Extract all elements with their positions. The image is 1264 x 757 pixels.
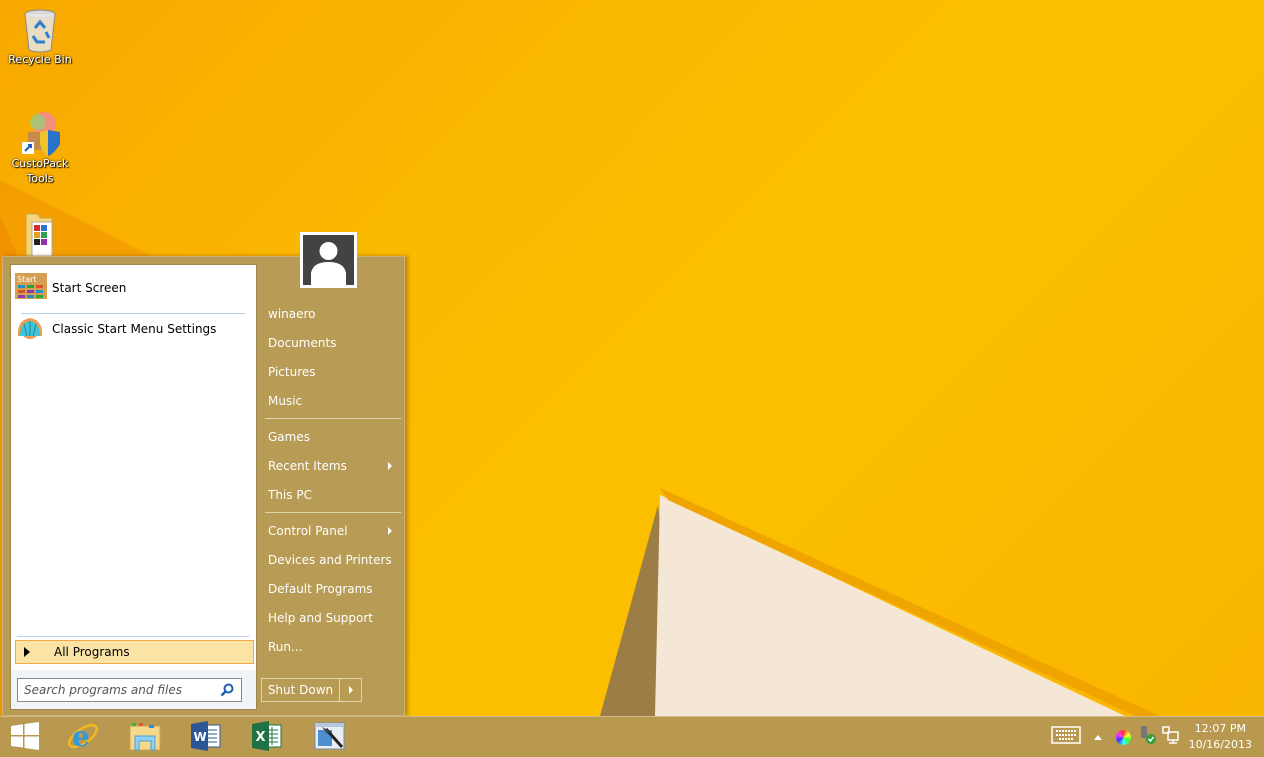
classic-shell-icon bbox=[15, 314, 47, 344]
menu-item-label: Default Programs bbox=[268, 582, 373, 596]
search-area bbox=[11, 670, 256, 709]
desktop-icon-folder[interactable] bbox=[4, 210, 76, 257]
taskbar-excel[interactable]: X bbox=[242, 720, 292, 756]
start-screen-icon: Start bbox=[15, 273, 47, 303]
all-programs-label: All Programs bbox=[54, 645, 130, 659]
expand-arrow-icon bbox=[24, 647, 30, 657]
chevron-right-icon bbox=[348, 686, 353, 694]
search-box[interactable] bbox=[17, 678, 242, 702]
touch-keyboard-icon bbox=[1051, 726, 1081, 748]
word-icon: W bbox=[190, 720, 222, 756]
menu-item-label: Documents bbox=[268, 336, 337, 350]
pinned-item-label: Start Screen bbox=[52, 281, 127, 295]
user-avatar[interactable] bbox=[300, 232, 357, 288]
menu-item-music[interactable]: Music bbox=[261, 388, 401, 414]
desktop-icon-recycle-bin[interactable]: Recycle Bin bbox=[4, 6, 76, 67]
menu-item-games[interactable]: Games bbox=[261, 424, 401, 450]
color-tray-button[interactable] bbox=[1113, 726, 1133, 748]
separator bbox=[265, 512, 401, 513]
svg-text:e: e bbox=[72, 720, 90, 753]
menu-item-label: Pictures bbox=[268, 365, 316, 379]
clock-time: 12:07 PM bbox=[1194, 722, 1246, 735]
menu-item-label: Devices and Printers bbox=[268, 553, 392, 567]
show-hidden-icons-button[interactable] bbox=[1090, 726, 1106, 748]
menu-item-label: Run... bbox=[268, 640, 303, 654]
clock-date: 10/16/2013 bbox=[1188, 738, 1252, 751]
taskbar-word[interactable]: W bbox=[181, 720, 231, 756]
internet-explorer-icon: e bbox=[66, 719, 100, 757]
menu-item-label: Games bbox=[268, 430, 310, 444]
menu-item-control-panel[interactable]: Control Panel bbox=[261, 518, 401, 544]
safely-remove-hardware-button[interactable] bbox=[1136, 726, 1158, 748]
excel-icon: X bbox=[251, 720, 283, 756]
svg-text:X: X bbox=[256, 730, 266, 745]
recycle-bin-icon bbox=[20, 6, 60, 53]
separator bbox=[265, 418, 401, 419]
safely-remove-hardware-icon bbox=[1137, 725, 1157, 749]
pinned-item-start-screen[interactable]: Start Start Screen bbox=[15, 271, 251, 305]
user-picture-icon bbox=[303, 235, 354, 285]
desktop-icon-label: CustoPack Tools bbox=[11, 157, 69, 185]
touch-keyboard-button[interactable] bbox=[1050, 726, 1082, 748]
menu-item-devices-and-printers[interactable]: Devices and Printers bbox=[261, 547, 401, 573]
search-icon[interactable] bbox=[220, 682, 236, 698]
folder-icon bbox=[20, 210, 60, 257]
shutdown-options-button[interactable] bbox=[340, 679, 361, 701]
menu-item-label: Music bbox=[268, 394, 303, 408]
taskbar-file-explorer[interactable] bbox=[120, 720, 170, 756]
show-hidden-icons-icon bbox=[1094, 734, 1102, 740]
menu-item-recent-items[interactable]: Recent Items bbox=[261, 453, 401, 479]
menu-item-label: This PC bbox=[268, 488, 312, 502]
menu-item-documents[interactable]: Documents bbox=[261, 330, 401, 356]
separator bbox=[17, 636, 249, 637]
start-button[interactable] bbox=[0, 720, 50, 756]
menu-item-run[interactable]: Run... bbox=[261, 634, 401, 660]
start-menu: Start Start Screen Classic Start Menu Se… bbox=[2, 256, 405, 716]
file-explorer-icon bbox=[129, 721, 161, 755]
menu-item-label: Recent Items bbox=[268, 459, 347, 473]
svg-text:W: W bbox=[194, 730, 207, 744]
submenu-arrow-icon bbox=[388, 462, 392, 470]
shutdown-split-button: Shut Down bbox=[261, 678, 362, 702]
menu-item-label: winaero bbox=[268, 307, 316, 321]
menu-item-label: Control Panel bbox=[268, 524, 348, 538]
programs-pane: Start Start Screen Classic Start Menu Se… bbox=[10, 264, 257, 710]
pinned-item-classic-start-menu-settings[interactable]: Classic Start Menu Settings bbox=[15, 312, 251, 346]
svg-text:Start: Start bbox=[17, 275, 37, 284]
custopack-tools-icon bbox=[20, 110, 60, 156]
submenu-arrow-icon bbox=[388, 527, 392, 535]
network-button[interactable] bbox=[1160, 726, 1182, 748]
shutdown-button[interactable]: Shut Down bbox=[262, 679, 340, 701]
menu-item-label: Help and Support bbox=[268, 611, 373, 625]
taskbar-internet-explorer[interactable]: e bbox=[58, 720, 108, 756]
menu-item-default-programs[interactable]: Default Programs bbox=[261, 576, 401, 602]
all-programs-button[interactable]: All Programs bbox=[15, 640, 254, 664]
desktop-icon-custopack-tools[interactable]: CustoPack Tools bbox=[4, 110, 76, 186]
menu-item-pictures[interactable]: Pictures bbox=[261, 359, 401, 385]
menu-item-this-pc[interactable]: This PC bbox=[261, 482, 401, 508]
color-icon bbox=[1115, 729, 1131, 745]
places-pane: winaero Documents Pictures Music Games R… bbox=[261, 257, 403, 715]
clock[interactable]: 12:07 PM 10/16/2013 bbox=[1189, 721, 1252, 753]
menu-item-help-and-support[interactable]: Help and Support bbox=[261, 605, 401, 631]
menu-item-user-folder[interactable]: winaero bbox=[261, 301, 401, 327]
taskbar-app-tool[interactable] bbox=[305, 720, 355, 756]
app-tool-icon bbox=[314, 721, 346, 755]
shutdown-label: Shut Down bbox=[267, 683, 334, 697]
windows-logo-icon bbox=[11, 722, 39, 754]
taskbar: e W X 12:07 PM 10/16/2013 bbox=[0, 716, 1264, 757]
pinned-item-label: Classic Start Menu Settings bbox=[52, 322, 217, 336]
network-icon bbox=[1162, 726, 1180, 748]
search-input[interactable] bbox=[24, 683, 220, 697]
